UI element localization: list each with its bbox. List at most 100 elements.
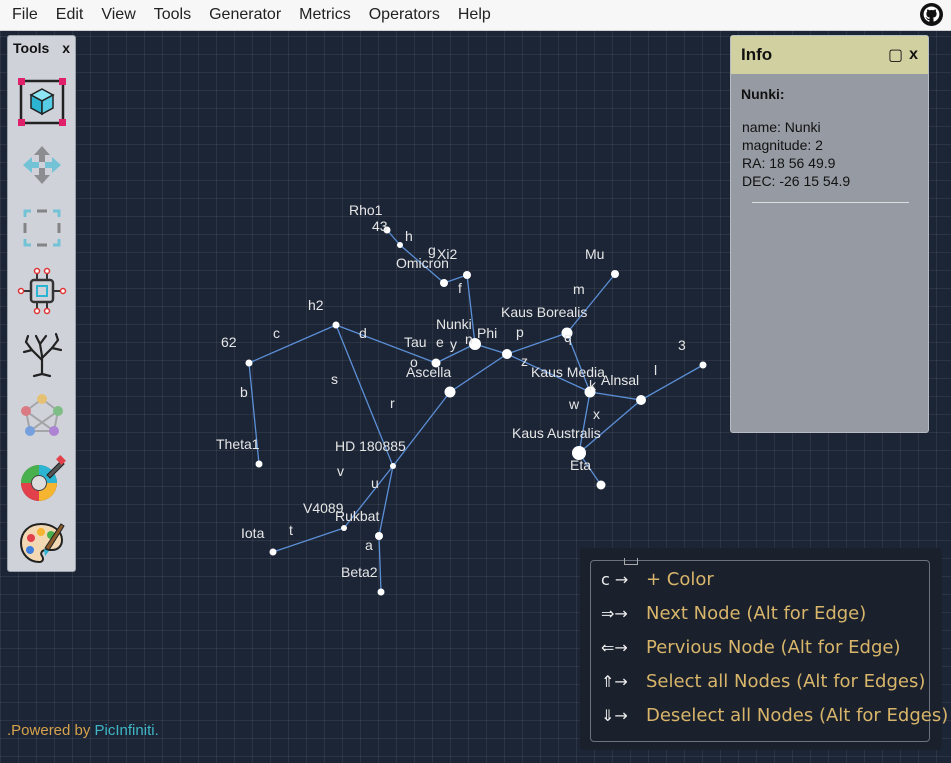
edge-label: a [365, 537, 373, 553]
edge-label: y [450, 336, 457, 352]
graph-edge[interactable] [378, 535, 382, 593]
node-label: Iota [241, 525, 265, 541]
graph-node[interactable] [444, 386, 456, 398]
shortcut-row: c → + Color [591, 566, 929, 596]
graph-node[interactable] [332, 321, 340, 329]
select-cube-tool[interactable] [14, 74, 70, 130]
graph-node[interactable] [440, 279, 448, 287]
github-icon[interactable] [920, 3, 943, 26]
graph-node[interactable] [377, 588, 385, 596]
palette-tool[interactable] [14, 515, 70, 571]
graph-node[interactable] [636, 395, 646, 405]
node-label: 3 [678, 337, 686, 353]
shortcut-row: ⇒→ Next Node (Alt for Edge) [591, 600, 929, 630]
graph-node[interactable] [699, 361, 707, 369]
chip-icon [17, 267, 67, 315]
edge-label: t [289, 522, 293, 538]
brand-link[interactable]: PicInfiniti. [95, 722, 159, 739]
move-tool[interactable] [14, 137, 70, 193]
graph-node[interactable] [596, 480, 606, 490]
edge-label: x [593, 406, 600, 422]
graph-node[interactable] [375, 532, 383, 540]
menu-help[interactable]: Help [449, 0, 500, 30]
shortcut-row: ⇓→ Deselect all Nodes (Alt for Edges) [591, 702, 948, 732]
graph-edge[interactable] [392, 391, 451, 467]
selected-node-title: Nunki: [741, 86, 785, 102]
graph-node[interactable] [463, 271, 471, 279]
graph-node[interactable] [341, 525, 347, 531]
move-arrows-icon [23, 146, 61, 184]
menu-bar: File Edit View Tools Generator Metrics O… [0, 0, 951, 31]
shortcuts-list: c → + Color ⇒→ Next Node (Alt for Edge) … [590, 558, 948, 742]
cube-select-icon [18, 78, 66, 126]
edge-label: n [465, 331, 473, 347]
node-dec-line: DEC: -26 15 54.9 [742, 173, 851, 189]
edge-label: h [405, 228, 413, 244]
graph-node[interactable] [269, 548, 277, 556]
node-label: Eta [570, 457, 591, 473]
marquee-tool[interactable] [14, 200, 70, 256]
tree-icon [22, 332, 63, 378]
shortcut-key: ⇓→ [601, 706, 628, 725]
maximize-icon[interactable]: ▢ [888, 45, 903, 65]
shortcut-key: c → [601, 570, 629, 589]
graph-node[interactable] [245, 359, 253, 367]
color-picker-tool[interactable] [14, 452, 70, 508]
color-dropper-icon [21, 455, 66, 501]
info-close-button[interactable]: x [909, 46, 918, 64]
menu-file[interactable]: File [3, 0, 47, 30]
edge-label: v [337, 463, 344, 479]
graph-edge[interactable] [640, 364, 704, 401]
node-label: Phi [477, 325, 497, 341]
node-label: Kaus Australis [512, 425, 601, 441]
node-label: Kaus Borealis [501, 304, 587, 320]
graph-node[interactable] [611, 270, 619, 278]
shortcut-desc: Pervious Node (Alt for Edge) [646, 637, 901, 658]
menu-generator[interactable]: Generator [200, 0, 290, 30]
edge-label: u [371, 475, 379, 491]
shortcut-desc: Select all Nodes (Alt for Edges) [646, 671, 926, 692]
menu-view[interactable]: View [92, 0, 144, 30]
graph-edge[interactable] [378, 465, 394, 537]
palette-icon [19, 522, 65, 564]
graph-tool[interactable] [14, 389, 70, 445]
chip-tool[interactable] [14, 263, 70, 319]
node-magnitude-line: magnitude: 2 [742, 137, 823, 153]
info-header[interactable]: Info ▢ x [731, 36, 928, 74]
graph-node[interactable] [390, 463, 396, 469]
marquee-icon [23, 209, 61, 247]
shortcut-desc: Next Node (Alt for Edge) [646, 603, 867, 624]
node-label: h2 [308, 297, 324, 313]
edge-label: z [521, 353, 528, 369]
edge-label: e [436, 334, 444, 350]
menu-operators[interactable]: Operators [360, 0, 449, 30]
tools-close-button[interactable]: x [62, 40, 70, 56]
graph-node[interactable] [502, 349, 512, 359]
menu-edit[interactable]: Edit [47, 0, 93, 30]
graph-edge[interactable] [449, 353, 508, 393]
tree-tool[interactable] [14, 326, 70, 382]
edge-label: p [516, 324, 524, 340]
node-label: Beta2 [341, 564, 378, 580]
graph-edge[interactable] [272, 527, 345, 553]
graph-node[interactable] [255, 460, 263, 468]
menu-tools[interactable]: Tools [145, 0, 200, 30]
tools-header[interactable]: Tools x [8, 36, 75, 60]
tools-title: Tools [13, 40, 50, 56]
edge-label: c [273, 325, 280, 341]
node-name-line: name: Nunki [742, 119, 821, 135]
edge-label: o [410, 354, 418, 370]
graph-edge[interactable] [589, 391, 642, 401]
divider [752, 202, 909, 203]
menu-metrics[interactable]: Metrics [290, 0, 360, 30]
edge-label: s [331, 371, 338, 387]
node-label: Alnsal [601, 372, 639, 388]
graph-node[interactable] [397, 242, 403, 248]
graph-edge[interactable] [578, 391, 591, 454]
edge-label: k [589, 377, 597, 393]
node-label: Omicron [396, 255, 449, 271]
graph-edge[interactable] [248, 324, 337, 364]
node-label: Tau [404, 334, 427, 350]
space-key-icon [624, 558, 638, 565]
node-label: HD 180885 [335, 438, 406, 454]
